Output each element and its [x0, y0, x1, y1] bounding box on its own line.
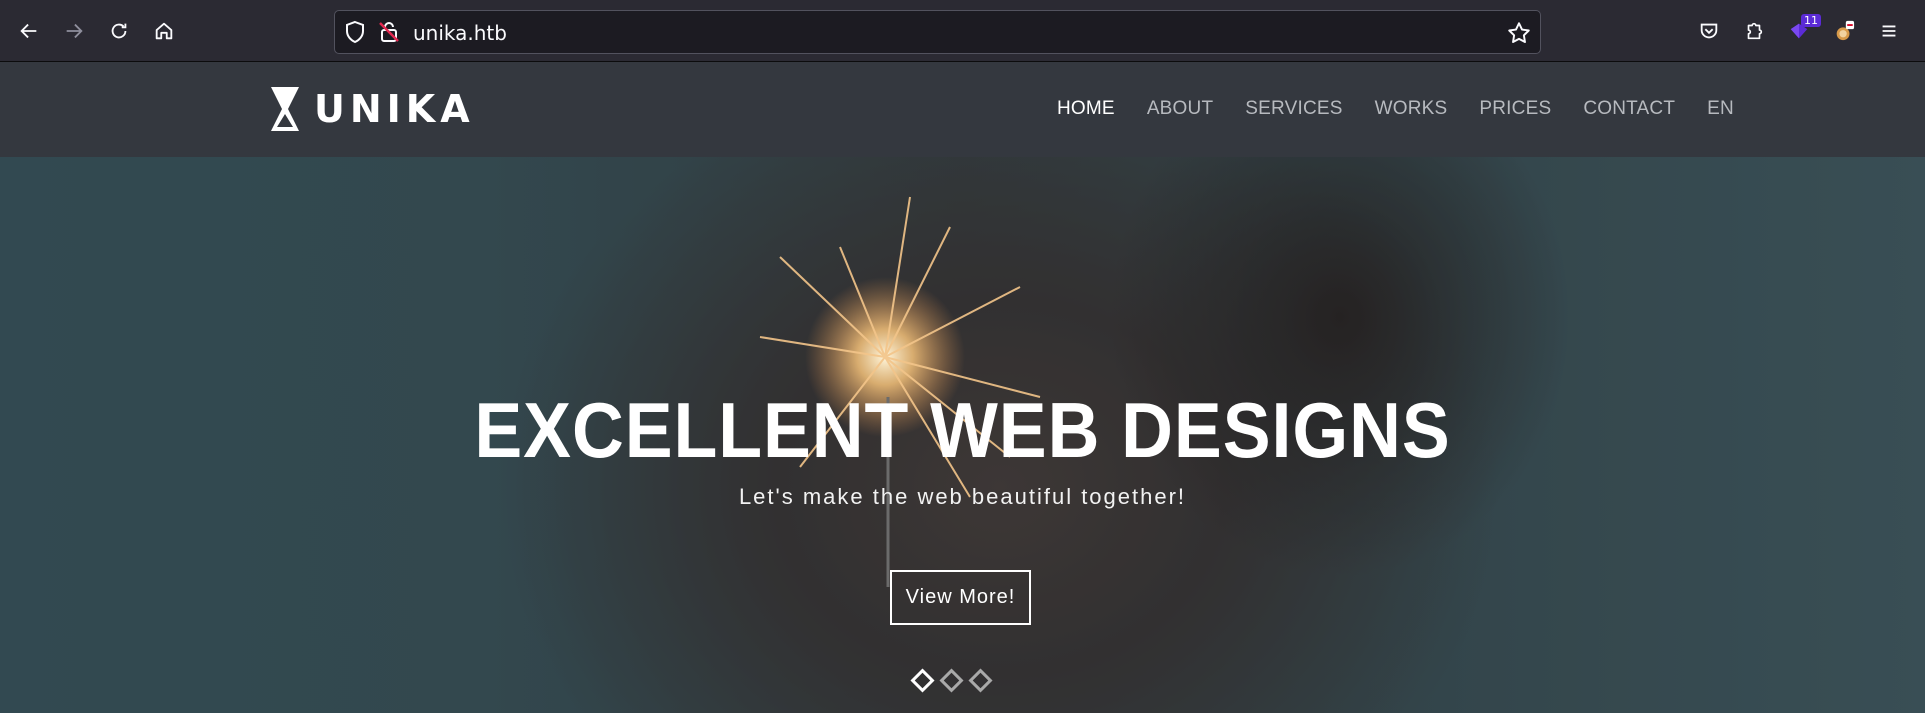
home-icon: [155, 22, 173, 40]
slide-indicator-1[interactable]: [910, 668, 935, 693]
hero-subtitle: Let's make the web beautiful together!: [738, 484, 1187, 509]
reload-button[interactable]: [102, 14, 136, 48]
sparkler-image: [759, 196, 1041, 587]
hamburger-menu-icon: [1882, 25, 1896, 37]
slide-indicator-3[interactable]: [968, 668, 993, 693]
hero-slider: EXCELLENT WEB DESIGNS Let's make the web…: [0, 157, 1925, 713]
nav-works[interactable]: WORKS: [1375, 98, 1448, 120]
extensions-button[interactable]: [1737, 14, 1771, 48]
extension-fox-button[interactable]: [1827, 14, 1861, 48]
slide-indicator-2[interactable]: [939, 668, 964, 693]
extension-badge: 11: [1801, 14, 1821, 27]
logo-text: UNIKA: [314, 87, 475, 131]
main-nav: HOME ABOUT SERVICES WORKS PRICES CONTACT…: [1057, 98, 1766, 120]
nav-about[interactable]: ABOUT: [1147, 98, 1213, 120]
pocket-icon: [1700, 23, 1718, 39]
browser-toolbar: unika.htb 11: [0, 0, 1925, 62]
menu-button[interactable]: [1872, 14, 1906, 48]
forward-button[interactable]: [57, 14, 91, 48]
view-more-button[interactable]: View More!: [890, 570, 1031, 625]
nav-contact[interactable]: CONTACT: [1583, 98, 1675, 120]
slider-pagination: [910, 668, 993, 693]
pocket-button[interactable]: [1692, 14, 1726, 48]
nav-prices[interactable]: PRICES: [1479, 98, 1551, 120]
nav-language[interactable]: EN: [1707, 98, 1734, 120]
forward-arrow-icon: [66, 23, 83, 39]
insecure-lock-icon[interactable]: [377, 20, 401, 44]
extensions-icon: [1747, 22, 1763, 40]
reload-icon: [111, 23, 127, 39]
home-button[interactable]: [147, 14, 181, 48]
url-text[interactable]: unika.htb: [413, 21, 507, 45]
shield-icon[interactable]: [343, 20, 367, 44]
hourglass-logo-icon: [271, 87, 299, 131]
back-arrow-icon: [20, 23, 37, 39]
url-bar[interactable]: unika.htb: [334, 10, 1541, 54]
nav-home[interactable]: HOME: [1057, 98, 1115, 120]
extension-purple-button[interactable]: 11: [1782, 14, 1821, 48]
bookmark-star-icon[interactable]: [1506, 20, 1532, 46]
nav-services[interactable]: SERVICES: [1245, 98, 1342, 120]
site-header: UNIKA HOME ABOUT SERVICES WORKS PRICES C…: [0, 62, 1925, 157]
back-button[interactable]: [12, 14, 46, 48]
hero-title: EXCELLENT WEB DESIGNS: [474, 386, 1451, 474]
site-logo[interactable]: UNIKA: [270, 86, 475, 132]
extension-fox-icon: [1836, 20, 1855, 41]
